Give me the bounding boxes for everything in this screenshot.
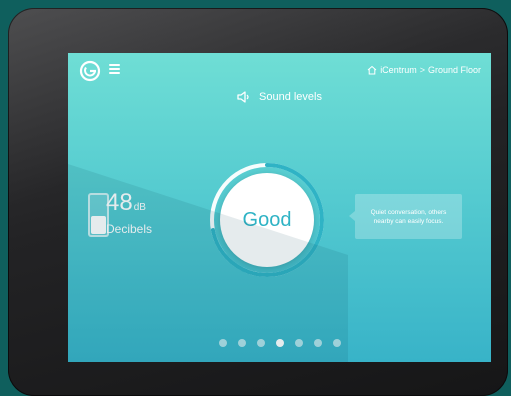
decibel-label: Decibels [106, 222, 153, 236]
decibel-unit: dB [133, 202, 146, 213]
status-description: Quiet conversation, others nearby can ea… [349, 194, 462, 239]
top-bar: iCentrum > Ground Floor [68, 53, 491, 87]
breadcrumb-item-building[interactable]: iCentrum [380, 65, 417, 75]
tablet-frame: iCentrum > Ground Floor Sound levels 48d… [8, 8, 508, 396]
breadcrumb-item-floor[interactable]: Ground Floor [428, 65, 481, 75]
page-dot[interactable] [294, 339, 303, 347]
breadcrumb-separator: > [419, 65, 425, 75]
decibel-reading: 48dB Decibels [106, 189, 152, 237]
gauge-center: Good [220, 173, 314, 267]
house-icon[interactable] [367, 65, 377, 75]
decibel-level-fill [91, 216, 106, 234]
app-screen: iCentrum > Ground Floor Sound levels 48d… [68, 53, 491, 362]
page-dot[interactable] [237, 339, 246, 347]
speaker-icon [237, 91, 249, 103]
page-title-label: Sound levels [259, 91, 322, 103]
sound-status: Good [242, 208, 292, 231]
page-dot[interactable] [313, 339, 322, 347]
page-dot[interactable] [256, 339, 265, 347]
page-dot[interactable] [218, 339, 227, 347]
page-dot[interactable] [275, 339, 284, 347]
status-description-text: Quiet conversation, others nearby can ea… [370, 208, 447, 225]
page-dot[interactable] [332, 339, 341, 347]
page-indicator [68, 339, 491, 347]
hamburger-icon[interactable] [109, 64, 121, 74]
page-title: Sound levels [68, 91, 491, 103]
sound-gauge: Good [208, 161, 326, 279]
breadcrumb: iCentrum > Ground Floor [367, 65, 481, 75]
g-logo-icon[interactable] [79, 60, 101, 82]
decibel-value: 48 [106, 189, 133, 216]
